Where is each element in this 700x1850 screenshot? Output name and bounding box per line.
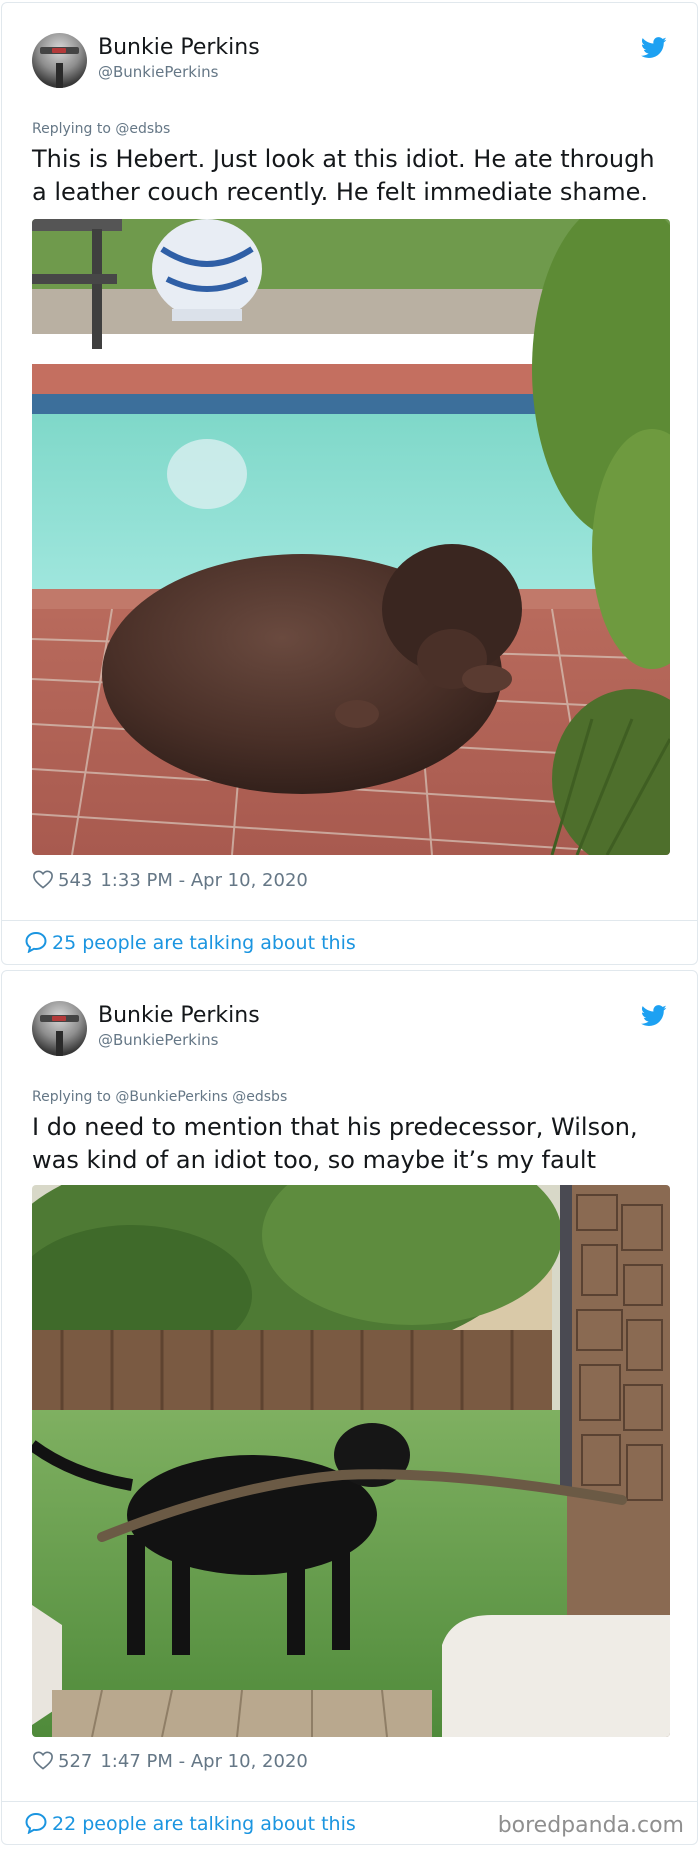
replying-to[interactable]: Replying to @BunkiePerkins @edsbs: [32, 1089, 287, 1105]
speech-bubble-icon: [25, 931, 47, 953]
author-handle[interactable]: @BunkiePerkins: [98, 1031, 218, 1049]
author-name[interactable]: Bunkie Perkins: [98, 1003, 260, 1028]
tweet-meta: 543 1:33 PM - Apr 10, 2020: [32, 869, 308, 895]
tweet-text: I do need to mention that his predecesso…: [32, 1113, 638, 1174]
tweet-card: Bunkie Perkins @BunkiePerkins Replying t…: [1, 2, 698, 965]
tweet-card: Bunkie Perkins @BunkiePerkins Replying t…: [1, 970, 698, 1845]
conversation-count[interactable]: 25 people are talking about this: [52, 932, 356, 954]
tweet-meta: 527 1:47 PM - Apr 10, 2020: [32, 1750, 308, 1776]
tweet-photo-dog-by-pool[interactable]: [32, 219, 670, 855]
divider: [2, 920, 697, 921]
tweet-header: Bunkie Perkins @BunkiePerkins: [32, 1001, 667, 1061]
author-handle[interactable]: @BunkiePerkins: [98, 63, 218, 81]
heart-icon[interactable]: [32, 869, 54, 889]
timestamp[interactable]: 1:47 PM - Apr 10, 2020: [100, 1751, 307, 1772]
twitter-bird-icon[interactable]: [641, 1005, 667, 1027]
tweet-header: Bunkie Perkins @BunkiePerkins: [32, 33, 667, 93]
avatar[interactable]: [32, 1001, 87, 1056]
conversation-link[interactable]: 25 people are talking about this: [24, 931, 356, 959]
twitter-bird-icon[interactable]: [641, 37, 667, 59]
timestamp[interactable]: 1:33 PM - Apr 10, 2020: [100, 870, 307, 891]
like-count[interactable]: 543: [58, 870, 92, 891]
replying-to[interactable]: Replying to @edsbs: [32, 121, 170, 137]
conversation-count[interactable]: 22 people are talking about this: [52, 1813, 356, 1835]
avatar[interactable]: [32, 33, 87, 88]
conversation-link[interactable]: 22 people are talking about this: [24, 1812, 356, 1840]
like-count[interactable]: 527: [58, 1751, 92, 1772]
heart-icon[interactable]: [32, 1750, 54, 1770]
tweet-text: This is Hebert. Just look at this idiot.…: [32, 145, 655, 206]
speech-bubble-icon: [25, 1812, 47, 1834]
tweet-photo-dog-with-stick[interactable]: [32, 1185, 670, 1737]
author-name[interactable]: Bunkie Perkins: [98, 35, 260, 60]
watermark: boredpanda.com: [497, 1813, 684, 1838]
divider: [2, 1801, 697, 1802]
